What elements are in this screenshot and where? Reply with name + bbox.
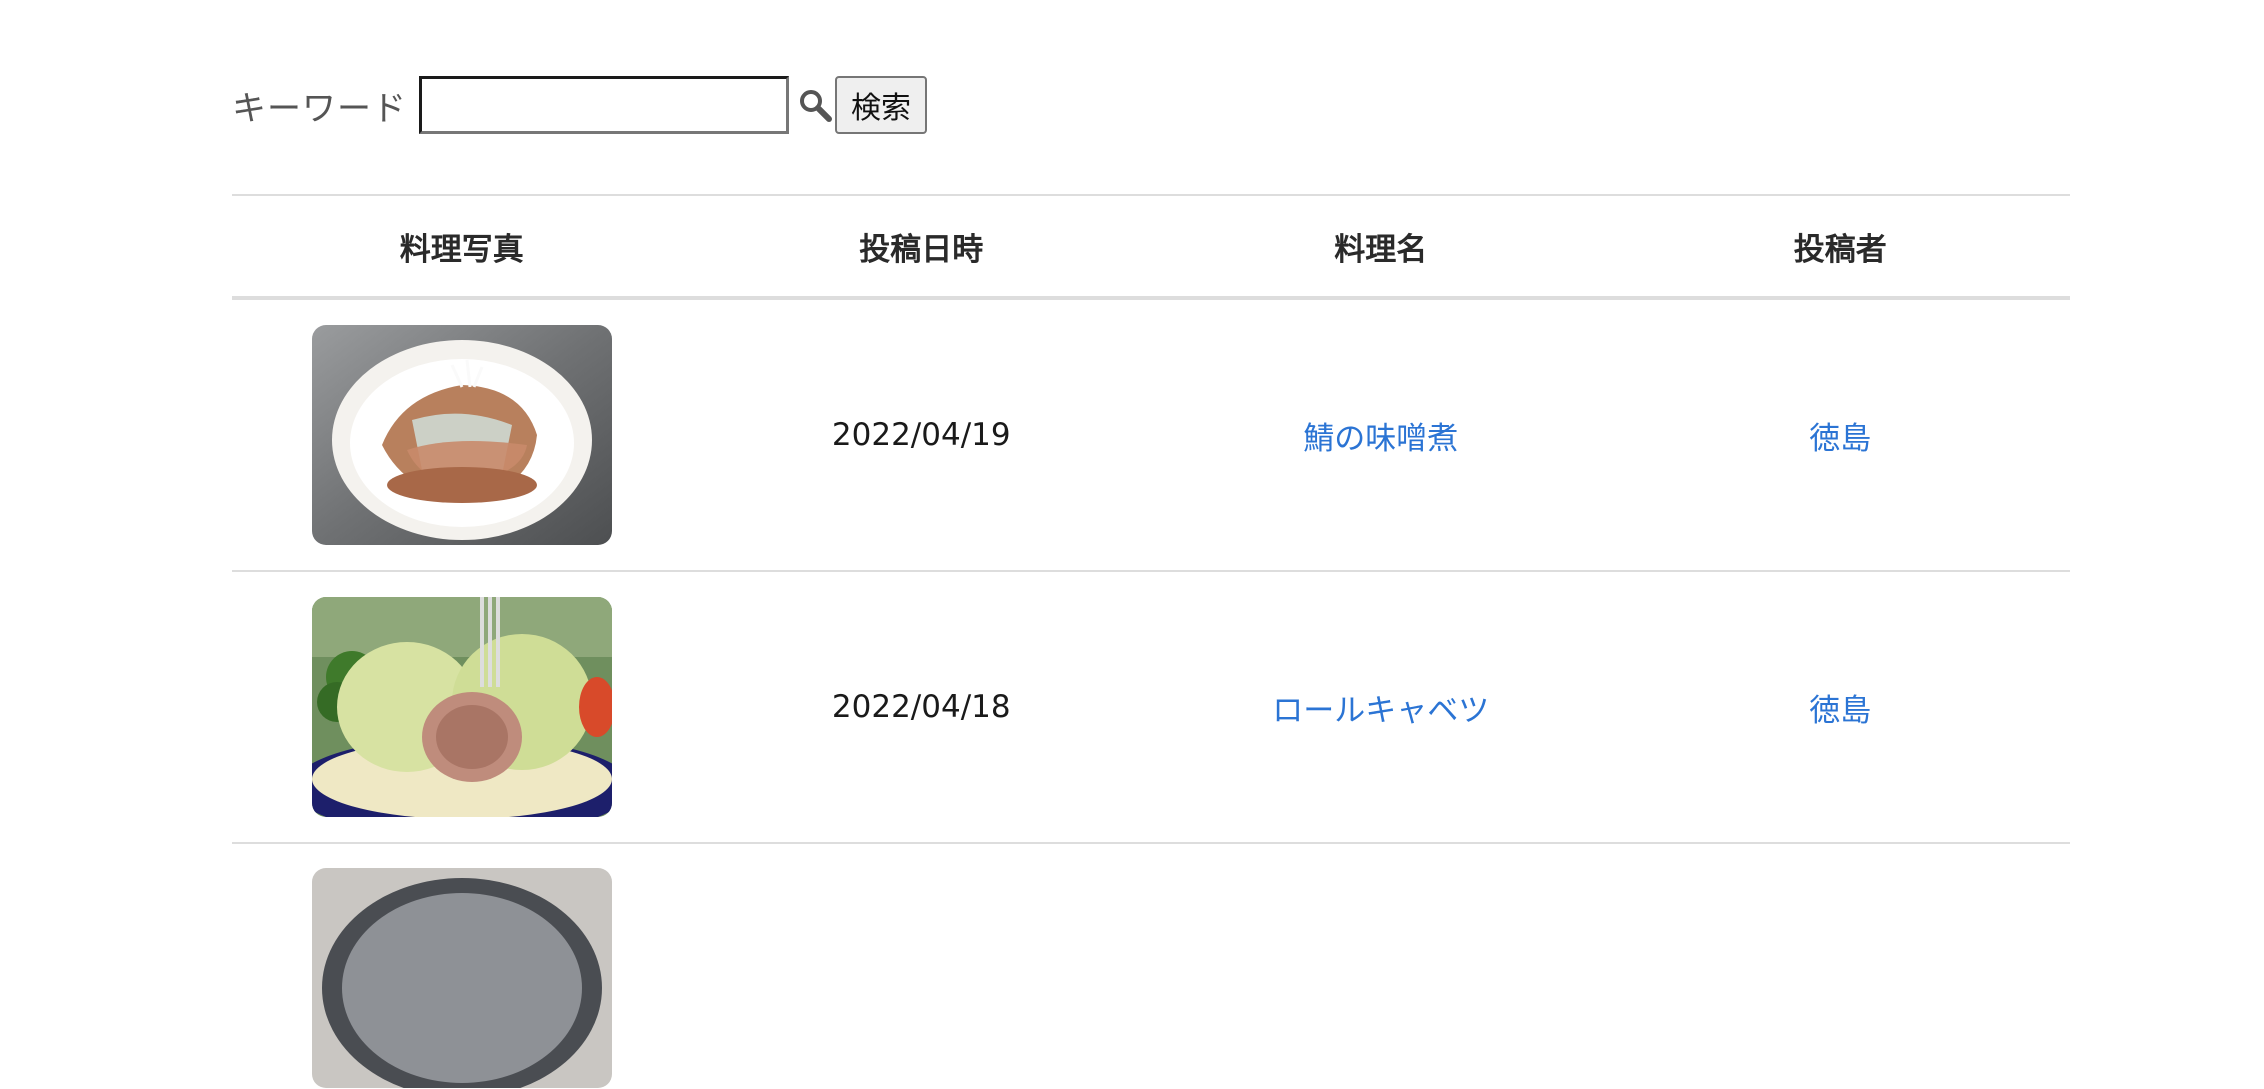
author-link[interactable]: 徳島: [1809, 421, 1871, 457]
dish-cell: [1151, 843, 1611, 1089]
dish-photo[interactable]: [311, 868, 612, 1088]
search-label: キーワード: [232, 88, 407, 129]
column-header-author: 投稿者: [1610, 194, 2070, 300]
photo-cell: [232, 298, 692, 572]
table-row: 2022/04/19 鯖の味噌煮 徳島: [232, 298, 2070, 572]
date-cell: [692, 843, 1152, 1089]
author-cell: [1611, 843, 2071, 1089]
roll-cabbage-photo[interactable]: [311, 597, 612, 817]
date-cell: 2022/04/18: [691, 571, 1151, 844]
column-header-date: 投稿日時: [691, 194, 1151, 300]
saba-misoni-photo[interactable]: [311, 325, 612, 545]
page: キーワード 検索 料理写真 投稿日時 料理名 投稿者 2022/04/19 鯖の…: [0, 0, 2264, 1088]
table-row: [232, 843, 2070, 1089]
search-input[interactable]: [419, 76, 789, 134]
date-cell: 2022/04/19: [691, 298, 1151, 572]
dish-link[interactable]: ロールキャベツ: [1272, 693, 1489, 729]
dish-cell: 鯖の味噌煮: [1151, 298, 1611, 572]
photo-cell: [232, 843, 692, 1089]
search-icon: [795, 85, 835, 125]
column-header-dish: 料理名: [1151, 194, 1611, 300]
table-header-row: 料理写真 投稿日時 料理名 投稿者: [232, 194, 2070, 300]
author-link[interactable]: 徳島: [1809, 693, 1871, 729]
table-row: 2022/04/18 ロールキャベツ 徳島: [232, 571, 2070, 844]
dish-cell: ロールキャベツ: [1151, 571, 1611, 844]
recipe-table: 料理写真 投稿日時 料理名 投稿者 2022/04/19 鯖の味噌煮 徳島 20…: [232, 194, 2070, 1089]
search-bar: キーワード 検索: [232, 75, 927, 135]
photo-cell: [232, 571, 692, 844]
dish-link[interactable]: 鯖の味噌煮: [1303, 421, 1458, 457]
author-cell: 徳島: [1610, 298, 2070, 572]
search-button[interactable]: 検索: [835, 76, 927, 134]
column-header-photo: 料理写真: [232, 194, 692, 300]
author-cell: 徳島: [1610, 571, 2070, 844]
